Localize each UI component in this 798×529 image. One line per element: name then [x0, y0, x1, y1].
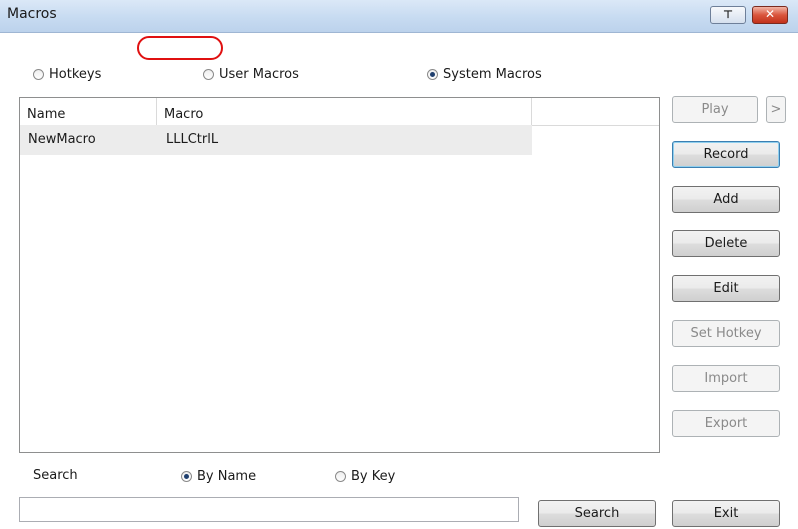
- row-macro-cell: LLLCtrlL: [166, 132, 219, 147]
- radio-user-macros-indicator: [203, 69, 214, 80]
- exit-button[interactable]: Exit: [672, 500, 780, 527]
- radio-system-macros-label: System Macros: [443, 67, 542, 82]
- title-bar[interactable]: Macros ⊤ ✕: [0, 0, 798, 33]
- radio-by-name-indicator: [181, 471, 192, 482]
- close-icon: ✕: [764, 7, 776, 21]
- macros-window: Macros ⊤ ✕ Hotkeys User Macros System Ma…: [0, 0, 798, 529]
- list-header: Name Macro: [20, 98, 659, 126]
- column-header-name[interactable]: Name: [20, 98, 157, 125]
- radio-system-macros-indicator: [427, 69, 438, 80]
- radio-user-macros[interactable]: User Macros: [203, 67, 299, 82]
- search-input[interactable]: [19, 497, 519, 522]
- set-hotkey-button[interactable]: Set Hotkey: [672, 320, 780, 347]
- record-button[interactable]: Record: [672, 141, 780, 168]
- close-button[interactable]: ✕: [752, 6, 788, 24]
- radio-by-key[interactable]: By Key: [335, 469, 395, 484]
- radio-by-key-label: By Key: [351, 469, 396, 484]
- macro-highlight-annotation: [137, 36, 223, 60]
- row-name-cell: NewMacro: [28, 132, 96, 147]
- edit-button[interactable]: Edit: [672, 275, 780, 302]
- pin-icon: ⊤: [722, 8, 734, 21]
- radio-user-macros-label: User Macros: [219, 67, 299, 82]
- radio-by-key-indicator: [335, 471, 346, 482]
- import-button[interactable]: Import: [672, 365, 780, 392]
- pin-button[interactable]: ⊤: [710, 6, 746, 24]
- search-button[interactable]: Search: [538, 500, 656, 527]
- table-row[interactable]: NewMacro LLLCtrlL: [20, 125, 532, 155]
- macro-list[interactable]: Name Macro NewMacro LLLCtrlL: [19, 97, 660, 453]
- add-button[interactable]: Add: [672, 186, 780, 213]
- radio-hotkeys-label: Hotkeys: [49, 67, 102, 82]
- export-button[interactable]: Export: [672, 410, 780, 437]
- play-button[interactable]: Play: [672, 96, 758, 123]
- radio-by-name-label: By Name: [197, 469, 257, 484]
- radio-system-macros[interactable]: System Macros: [427, 67, 542, 82]
- column-header-macro[interactable]: Macro: [157, 98, 532, 125]
- delete-button[interactable]: Delete: [672, 230, 780, 257]
- radio-hotkeys-indicator: [33, 69, 44, 80]
- radio-hotkeys[interactable]: Hotkeys: [33, 67, 101, 82]
- search-label: Search: [33, 468, 78, 483]
- play-options-button[interactable]: >: [766, 96, 786, 123]
- window-title: Macros: [7, 6, 57, 22]
- radio-by-name[interactable]: By Name: [181, 469, 256, 484]
